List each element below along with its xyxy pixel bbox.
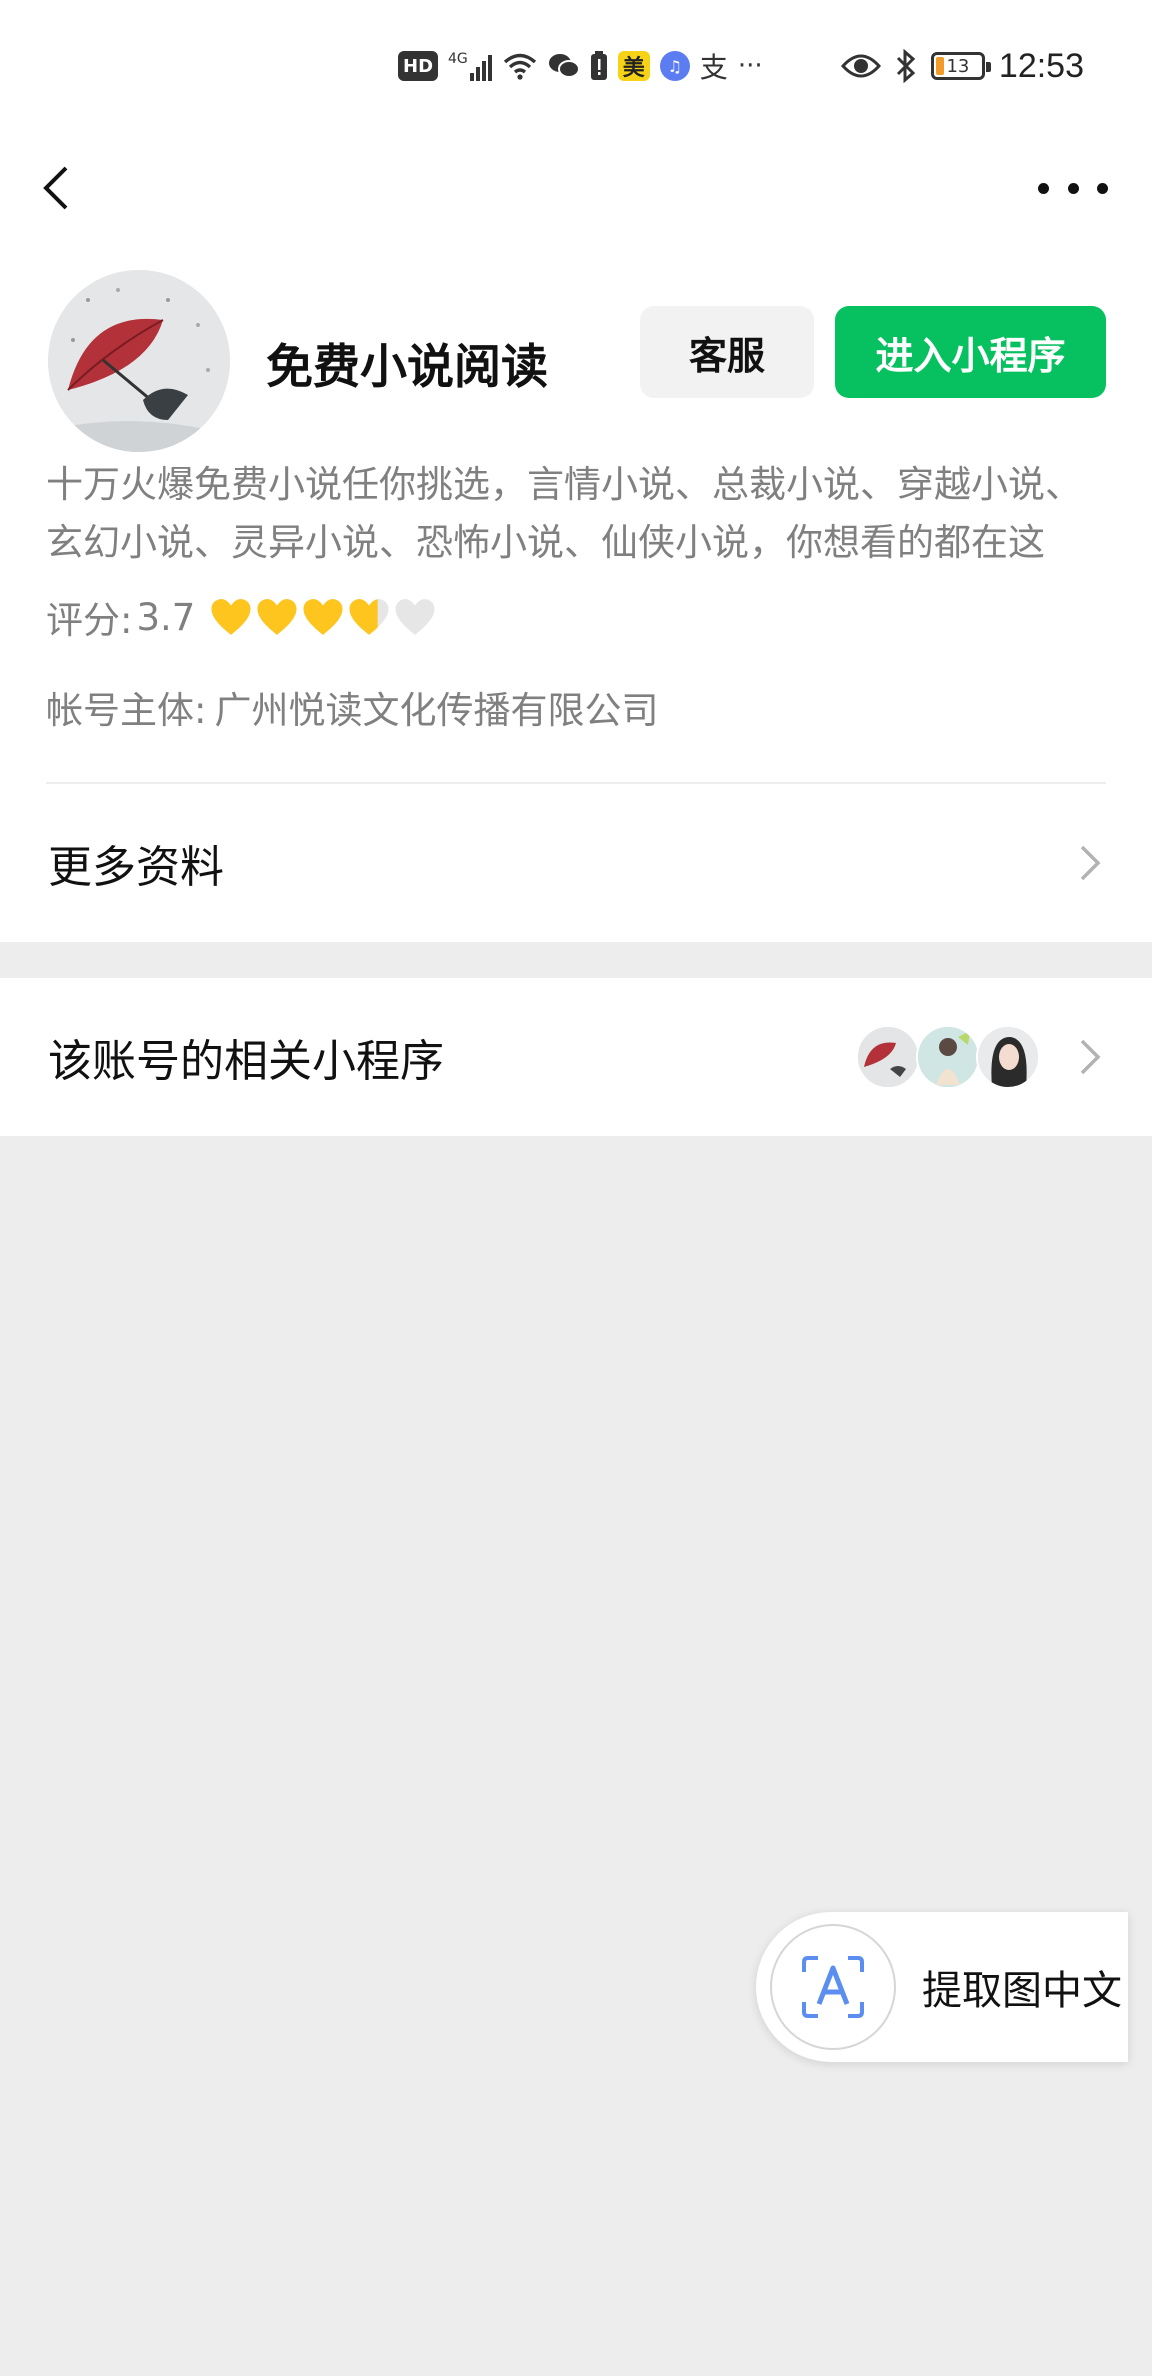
related-avatar-umbrella	[856, 1025, 920, 1089]
status-right: 13 12:53	[840, 44, 1084, 88]
more-info-label: 更多资料	[48, 842, 224, 893]
status-icons: HD 4G 美 ♫ 支 ···	[398, 46, 763, 86]
clock: 12:53	[998, 46, 1084, 85]
rating-value: 3.7	[136, 595, 196, 639]
mini-program-description: 十万火爆免费小说任你挑选，言情小说、总裁小说、穿越小说、玄幻小说、灵异小说、恐怖…	[46, 464, 1082, 563]
rating-label: 评分:	[46, 599, 133, 642]
alipay-icon: 支	[699, 51, 728, 84]
heart-icon	[349, 599, 389, 635]
network-type: 4G	[448, 51, 468, 67]
related-avatars	[856, 1025, 1040, 1089]
bluetooth-icon	[896, 49, 916, 83]
status-bar: HD 4G 美 ♫ 支 ··· 13 12:53	[0, 0, 1152, 132]
dot-icon	[1097, 182, 1108, 194]
chevron-right-icon	[1080, 1039, 1101, 1075]
section-gap	[0, 942, 1152, 978]
rating-row: 评分: 3.7	[46, 572, 1106, 662]
account-entity-row: 帐号主体: 广州悦读文化传播有限公司	[46, 662, 1106, 752]
heart-icon	[303, 599, 343, 635]
eye-icon	[840, 54, 881, 78]
umbrella-image	[48, 270, 230, 452]
more-notifications-icon: ···	[737, 51, 763, 81]
customer-service-button[interactable]: 客服	[640, 306, 814, 398]
dot-icon	[1067, 182, 1079, 194]
hd-icon: HD	[398, 51, 439, 81]
related-avatar-portrait	[976, 1025, 1040, 1089]
mini-program-header: 免费小说阅读 客服 进入小程序	[0, 252, 1152, 452]
account-entity-label: 帐号主体:	[46, 689, 207, 732]
rating-hearts	[209, 597, 437, 637]
meituan-icon: 美	[617, 51, 650, 81]
enter-mini-program-button[interactable]: 进入小程序	[835, 306, 1106, 398]
extract-text-button[interactable]: 提取图中文	[756, 1912, 1128, 2062]
nav-bar	[0, 132, 1152, 252]
mini-program-avatar	[48, 270, 230, 452]
wechat-icon	[548, 54, 580, 78]
battery-icon: 13	[930, 52, 991, 80]
related-mini-programs-row[interactable]: 该账号的相关小程序	[0, 978, 1152, 1136]
more-info-row[interactable]: 更多资料	[0, 784, 1152, 942]
battery-level: 13	[946, 55, 970, 77]
extract-text-label: 提取图中文	[922, 1968, 1122, 2014]
account-entity-name: 广州悦读文化传播有限公司	[214, 689, 659, 732]
dot-icon	[1038, 182, 1049, 194]
related-mini-programs-label: 该账号的相关小程序	[48, 1036, 444, 1087]
info-block: 十万火爆免费小说任你挑选，言情小说、总裁小说、穿越小说、玄幻小说、灵异小说、恐怖…	[0, 446, 1152, 752]
more-options-button[interactable]	[1038, 170, 1108, 206]
battery-alert-icon	[590, 51, 607, 80]
chevron-left-icon	[43, 166, 68, 210]
text-recognition-icon	[770, 1924, 896, 2050]
heart-icon	[257, 599, 297, 635]
mini-program-name: 免费小说阅读	[266, 340, 548, 395]
heart-icon	[395, 599, 435, 635]
back-button[interactable]	[28, 158, 88, 218]
chevron-right-icon	[1080, 845, 1101, 881]
wifi-icon	[503, 53, 536, 80]
related-avatar-figure	[916, 1025, 980, 1089]
music-icon: ♫	[659, 51, 690, 81]
signal-icon: 4G	[448, 51, 492, 81]
heart-icon	[211, 599, 251, 635]
